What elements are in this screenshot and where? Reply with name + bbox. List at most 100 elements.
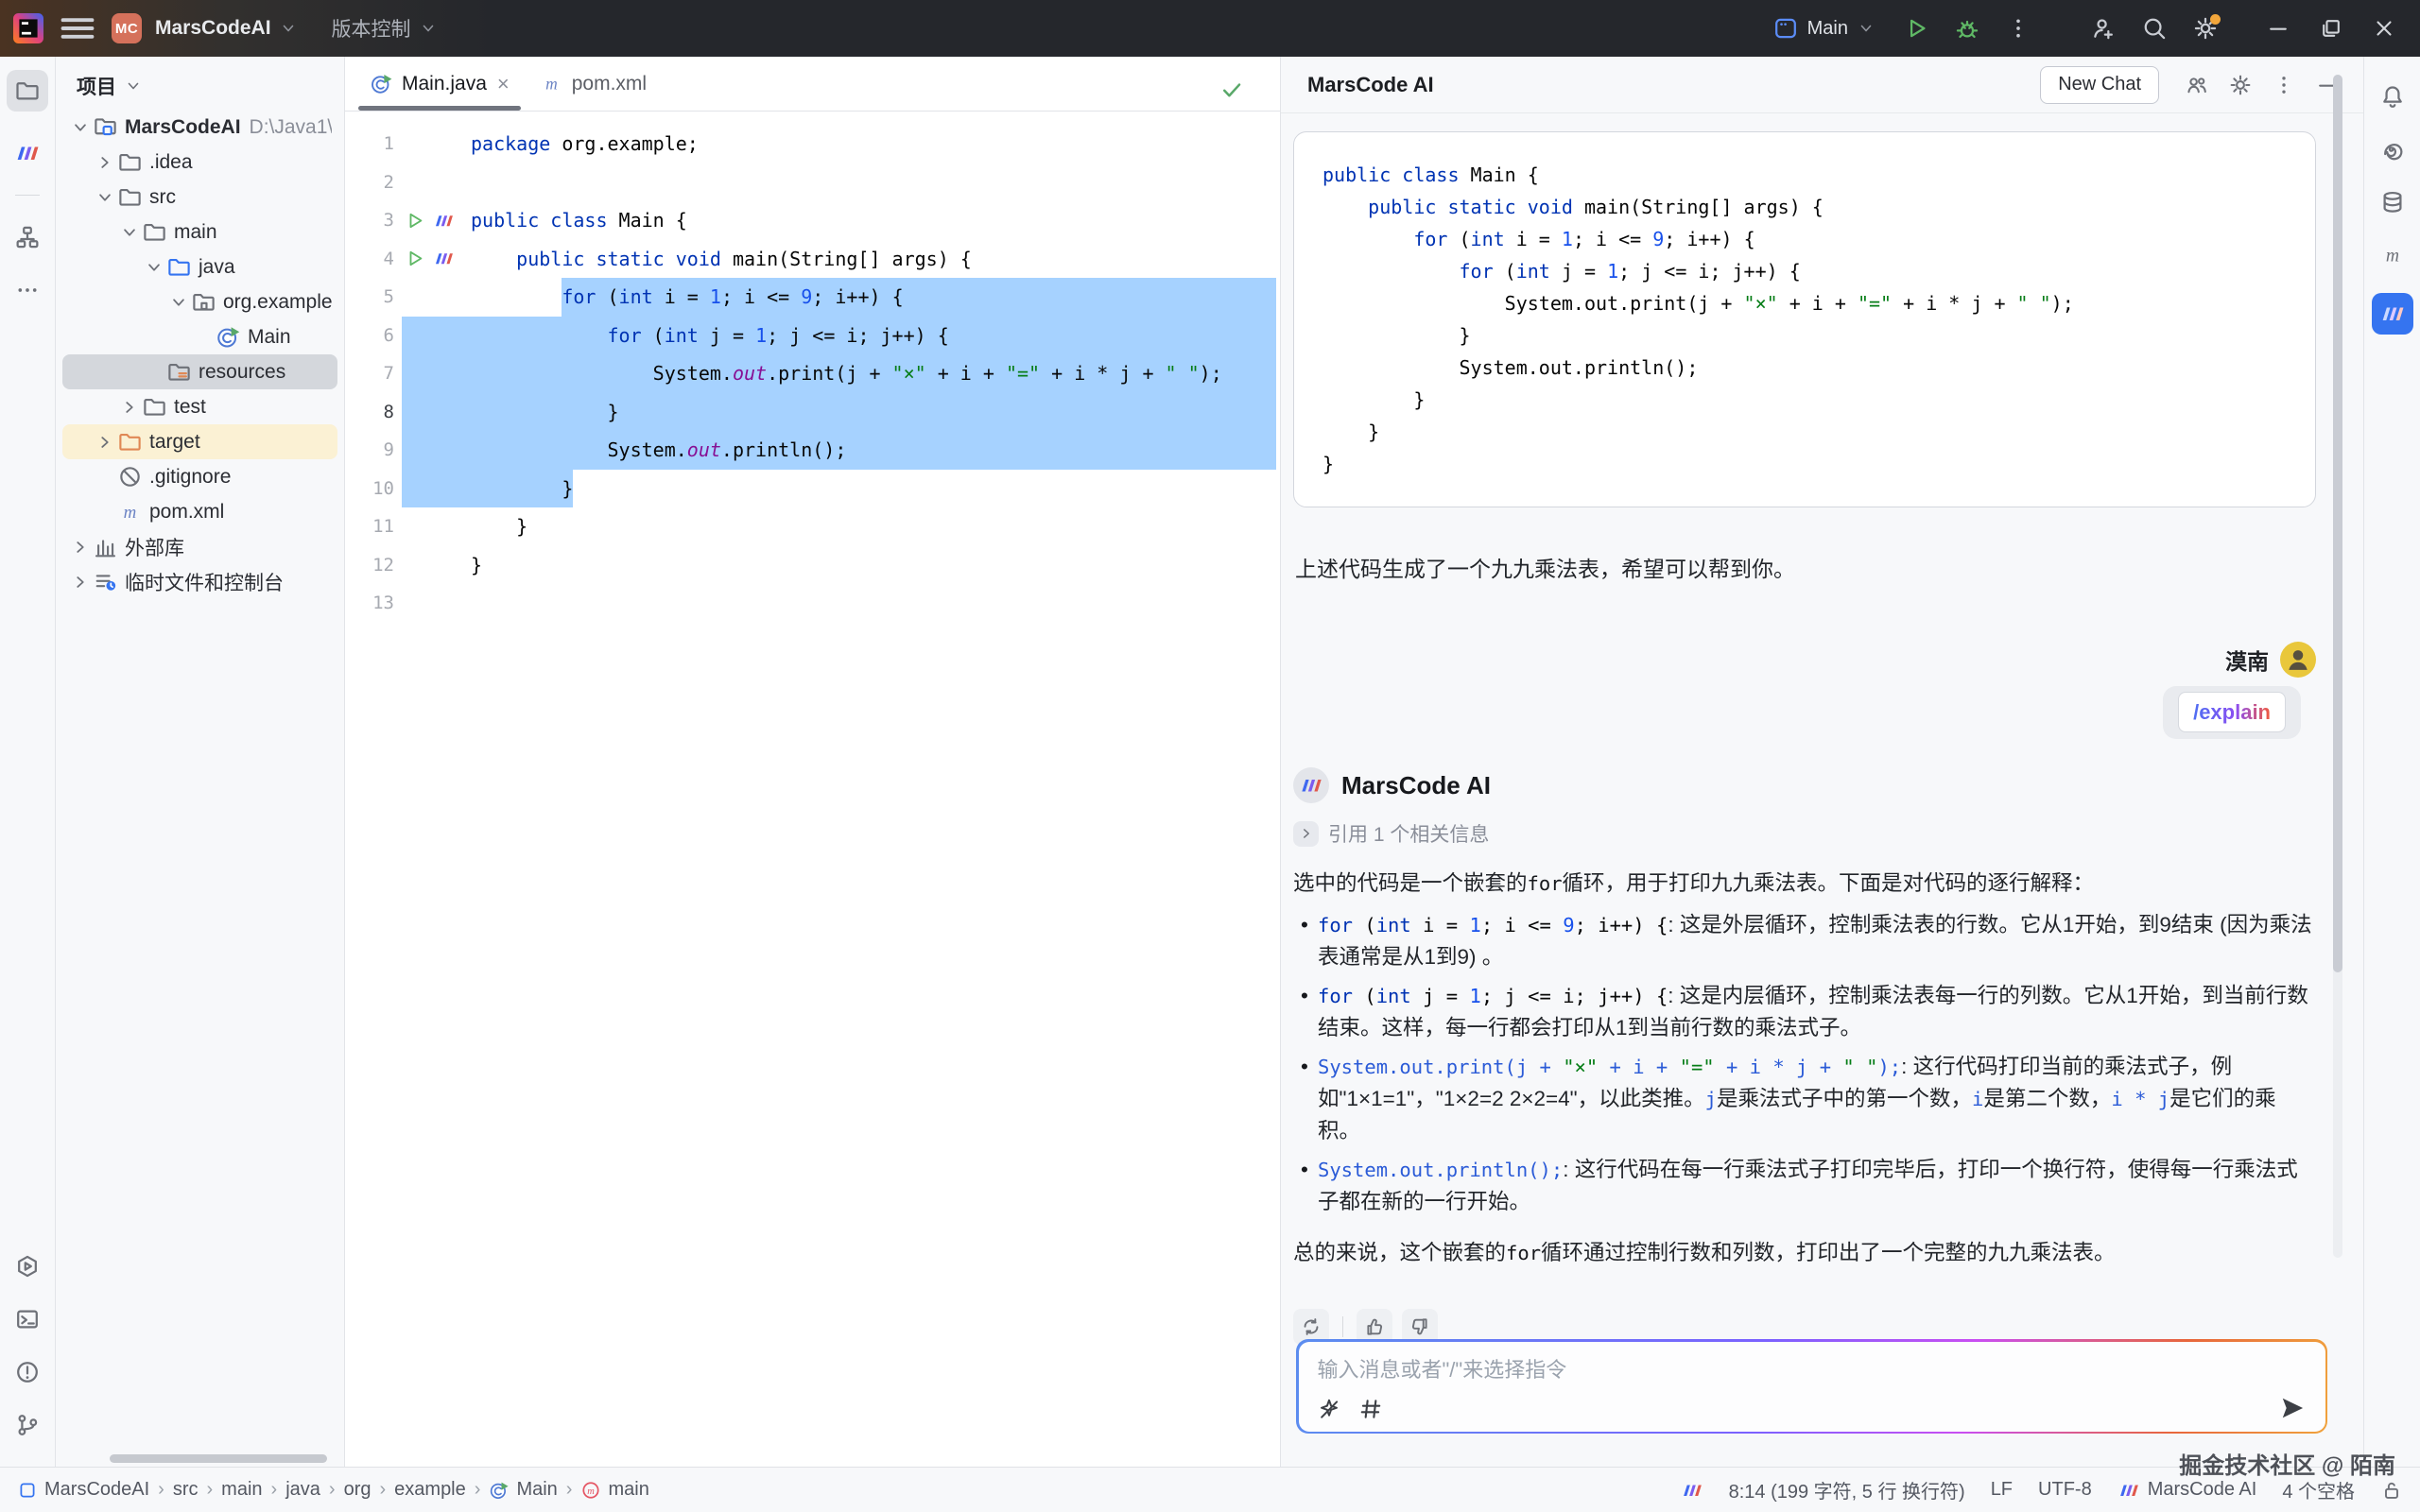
project-switcher[interactable]: MarsCodeAI [155,17,298,40]
text-segment: 循环通过控制行数和列数，打印出了一个完整的九九乘法表。 [1541,1241,2116,1264]
tool-services-button[interactable] [7,1246,48,1287]
run-button[interactable] [1894,8,1938,49]
line-number: 13 [345,593,394,613]
run-icon[interactable] [404,248,425,269]
vcs-widget[interactable]: 版本控制 [332,14,438,43]
horizontal-scrollbar[interactable] [110,1454,327,1463]
breadcrumb-item-MarsCodeAI[interactable]: MarsCodeAI [17,1479,149,1501]
tree-chevron[interactable] [117,222,142,243]
code-line-8: 8 } [345,393,1280,432]
breadcrumb-separator: › [475,1479,481,1501]
tool-terminal-button[interactable] [7,1298,48,1340]
tool-project-button[interactable] [7,70,48,112]
breadcrumb-item-Main[interactable]: Main [489,1479,557,1501]
chat-scrollbar-thumb[interactable] [2333,75,2342,972]
status-4-[interactable]: 4 个空格 [2282,1476,2355,1503]
send-icon[interactable] [2278,1394,2307,1422]
inspections-check-icon[interactable] [1219,77,1244,102]
tab-close-icon[interactable]: × [497,72,510,96]
tree-item-src[interactable]: src [62,180,337,215]
tree-item-java[interactable]: java [62,249,337,284]
code-editor[interactable]: 1package org.example;23public class Main… [345,112,1280,1467]
tree-item-resources[interactable]: resources [62,354,337,389]
breadcrumb-item-main[interactable]: mmain [580,1479,648,1501]
token: ( [642,324,665,347]
tool-ai-spiral-button[interactable] [2372,129,2413,170]
close-button[interactable] [2358,8,2411,49]
tool-more-h-button[interactable] [7,269,48,311]
search-icon [2141,15,2168,42]
text-segment: 循环，用于打印九九乘法表。下面是对代码的逐行解释： [1563,871,2095,895]
chevron-right-icon [70,572,91,593]
status-marscode[interactable] [1681,1479,1703,1502]
tree-chevron[interactable] [68,117,93,138]
tree-item-.gitignore[interactable]: .gitignore [62,459,337,494]
chat-input[interactable] [1318,1353,2307,1391]
tree-item-pom.xml[interactable]: mpom.xml [62,494,337,529]
tree-item-Main[interactable]: Main [62,319,337,354]
context-hash-icon[interactable] [1357,1396,1384,1422]
tool-maven-button[interactable]: m [2372,234,2413,276]
tab-pom-xml[interactable]: mpom.xml [525,57,662,111]
run-config-selector[interactable]: Main [1772,15,1876,42]
tool-marscode-button[interactable] [2372,293,2413,335]
tree-chevron[interactable] [68,537,93,558]
code-text: for (int j = 1; j <= i; j++) { [471,324,949,347]
tool-git-branch-button[interactable] [7,1404,48,1446]
settings-button[interactable] [2184,8,2227,49]
maximize-button[interactable] [2305,8,2358,49]
tool-marscode-button[interactable] [7,132,48,174]
marscode-icon[interactable] [433,248,455,269]
tree-chevron[interactable] [68,572,93,593]
tool-database-button[interactable] [2372,181,2413,223]
citation-toggle[interactable]: 引用 1 个相关信息 [1293,819,2316,848]
breadcrumb-item-example[interactable]: example [394,1479,466,1501]
tree-chevron[interactable] [166,292,191,313]
search-button[interactable] [2133,8,2176,49]
marscode-icon[interactable] [433,210,455,232]
debug-button[interactable] [1945,8,1989,49]
tree-item-[interactable]: 临时文件和控制台 [62,564,337,599]
more-v-button[interactable] [1996,8,2040,49]
tree-chevron[interactable] [142,257,166,278]
tree-item-.idea[interactable]: .idea [62,145,337,180]
tree-chevron[interactable] [93,432,117,453]
minimize-button[interactable] [2252,8,2305,49]
status-MarsCode-AI[interactable]: MarsCode AI [2118,1479,2257,1502]
project-panel-header[interactable]: 项目 [56,57,344,110]
more-v-sm-button[interactable] [2265,66,2303,104]
tool-structure-button[interactable] [7,216,48,258]
breadcrumb-item-src[interactable]: src [173,1479,199,1501]
run-icon[interactable] [404,210,425,232]
breadcrumb-item-java[interactable]: java [285,1479,320,1501]
settings-sm-button[interactable] [2221,66,2259,104]
tab-Main-java[interactable]: Main.java× [354,57,525,111]
main-menu-button[interactable] [57,8,98,49]
tool-problems-button[interactable] [7,1351,48,1393]
status-UTF-8[interactable]: UTF-8 [2038,1479,2092,1501]
tree-chevron[interactable] [93,152,117,173]
tree-item-MarsCodeAI[interactable]: MarsCodeAID:\Java1\Ma [62,110,337,145]
status-LF[interactable]: LF [1991,1479,2013,1501]
tree-chevron[interactable] [93,187,117,208]
participants-button[interactable] [2178,66,2216,104]
tree-item-[interactable]: 外部库 [62,529,337,564]
tree-item-label: MarsCodeAI [125,116,241,139]
status-unlock[interactable] [2380,1479,2403,1502]
new-chat-button[interactable]: New Chat [2040,66,2159,104]
tool-bell-button[interactable] [2372,76,2413,117]
token: for [562,285,596,308]
token: int [665,324,699,347]
bullet-marker: • [1301,909,1308,940]
tree-item-target[interactable]: target [62,424,337,459]
status-8-14-199-5-[interactable]: 8:14 (199 字符, 5 行 换行符) [1729,1476,1965,1503]
tree-item-test[interactable]: test [62,389,337,424]
slash-commands-icon[interactable] [1316,1396,1342,1422]
tree-item-main[interactable]: main [62,215,337,249]
tree-chevron[interactable] [117,397,142,418]
breadcrumb-item-org[interactable]: org [344,1479,372,1501]
breadcrumb-item-main[interactable]: main [221,1479,262,1501]
inline-code: ; i <= [1481,914,1563,936]
tree-item-org.example[interactable]: org.example [62,284,337,319]
collaborate-button[interactable] [2082,8,2125,49]
